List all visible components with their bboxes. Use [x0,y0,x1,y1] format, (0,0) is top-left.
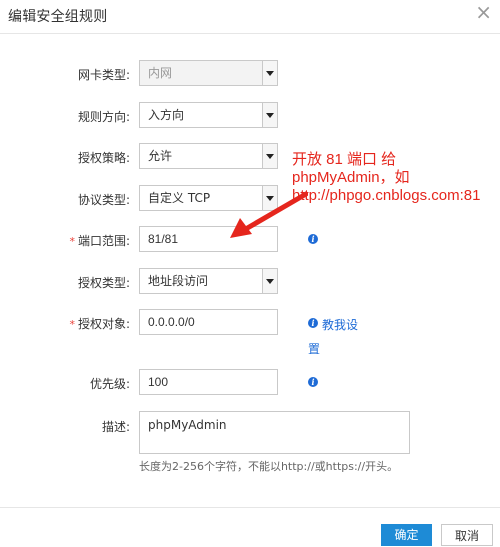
info-icon[interactable]: i [308,377,318,387]
auth-type-select[interactable]: 地址段访问 [139,268,278,294]
chevron-down-icon [262,103,277,127]
auth-type-label: 授权类型: [77,276,130,290]
auth-type-value: 地址段访问 [148,274,209,288]
info-icon[interactable]: i [308,234,318,244]
chevron-down-icon [262,144,277,168]
auth-object-label: * 授权对象: [30,315,130,332]
policy-select[interactable]: 允许 [139,143,278,169]
direction-label: 规则方向: [77,110,130,124]
description-textarea[interactable]: phpMyAdmin [139,411,410,454]
help-link-line1[interactable]: 教我设 [322,316,358,333]
annotation-line3: http://phpgo.cnblogs.com:81 [292,187,481,204]
auth-object-label-text: 授权对象: [77,317,130,331]
priority-label: 优先级: [89,377,130,391]
policy-label: 授权策略: [77,151,130,165]
chevron-down-icon [262,61,277,85]
protocol-value: 自定义 TCP [148,191,211,205]
policy-value: 允许 [148,149,173,163]
required-marker: * [69,318,75,331]
info-icon[interactable]: i [308,318,318,328]
description-label: 描述: [101,420,130,434]
direction-value: 入方向 [148,108,185,122]
protocol-label: 协议类型: [77,193,130,207]
nic-type-label: 网卡类型: [77,68,130,82]
chevron-down-icon [262,269,277,293]
help-link-line2[interactable]: 置 [308,340,320,357]
port-range-label: * 端口范围: [30,232,130,249]
annotation-line2: phpMyAdmin，如 [292,169,410,186]
description-hint: 长度为2-256个字符，不能以http://或https://开头。 [139,460,399,473]
nic-type-select: 内网 [139,60,278,86]
confirm-button[interactable]: 确定 [381,524,432,546]
port-range-label-text: 端口范围: [77,234,130,248]
cancel-button[interactable]: 取消 [441,524,493,546]
direction-select[interactable]: 入方向 [139,102,278,128]
required-marker: * [69,235,75,248]
dialog-header: 编辑安全组规则 × [0,0,500,34]
annotation-text: 开放 81 端口 给 phpMyAdmin，如 http://phpgo.cnb… [292,151,480,205]
dialog-title: 编辑安全组规则 [8,9,108,25]
annotation-arrow-icon [230,191,308,238]
auth-object-input[interactable] [139,309,278,335]
priority-input[interactable] [139,369,278,395]
annotation-line1: 开放 81 端口 给 [292,151,397,168]
close-icon[interactable]: × [475,2,492,22]
nic-type-value: 内网 [148,66,173,80]
